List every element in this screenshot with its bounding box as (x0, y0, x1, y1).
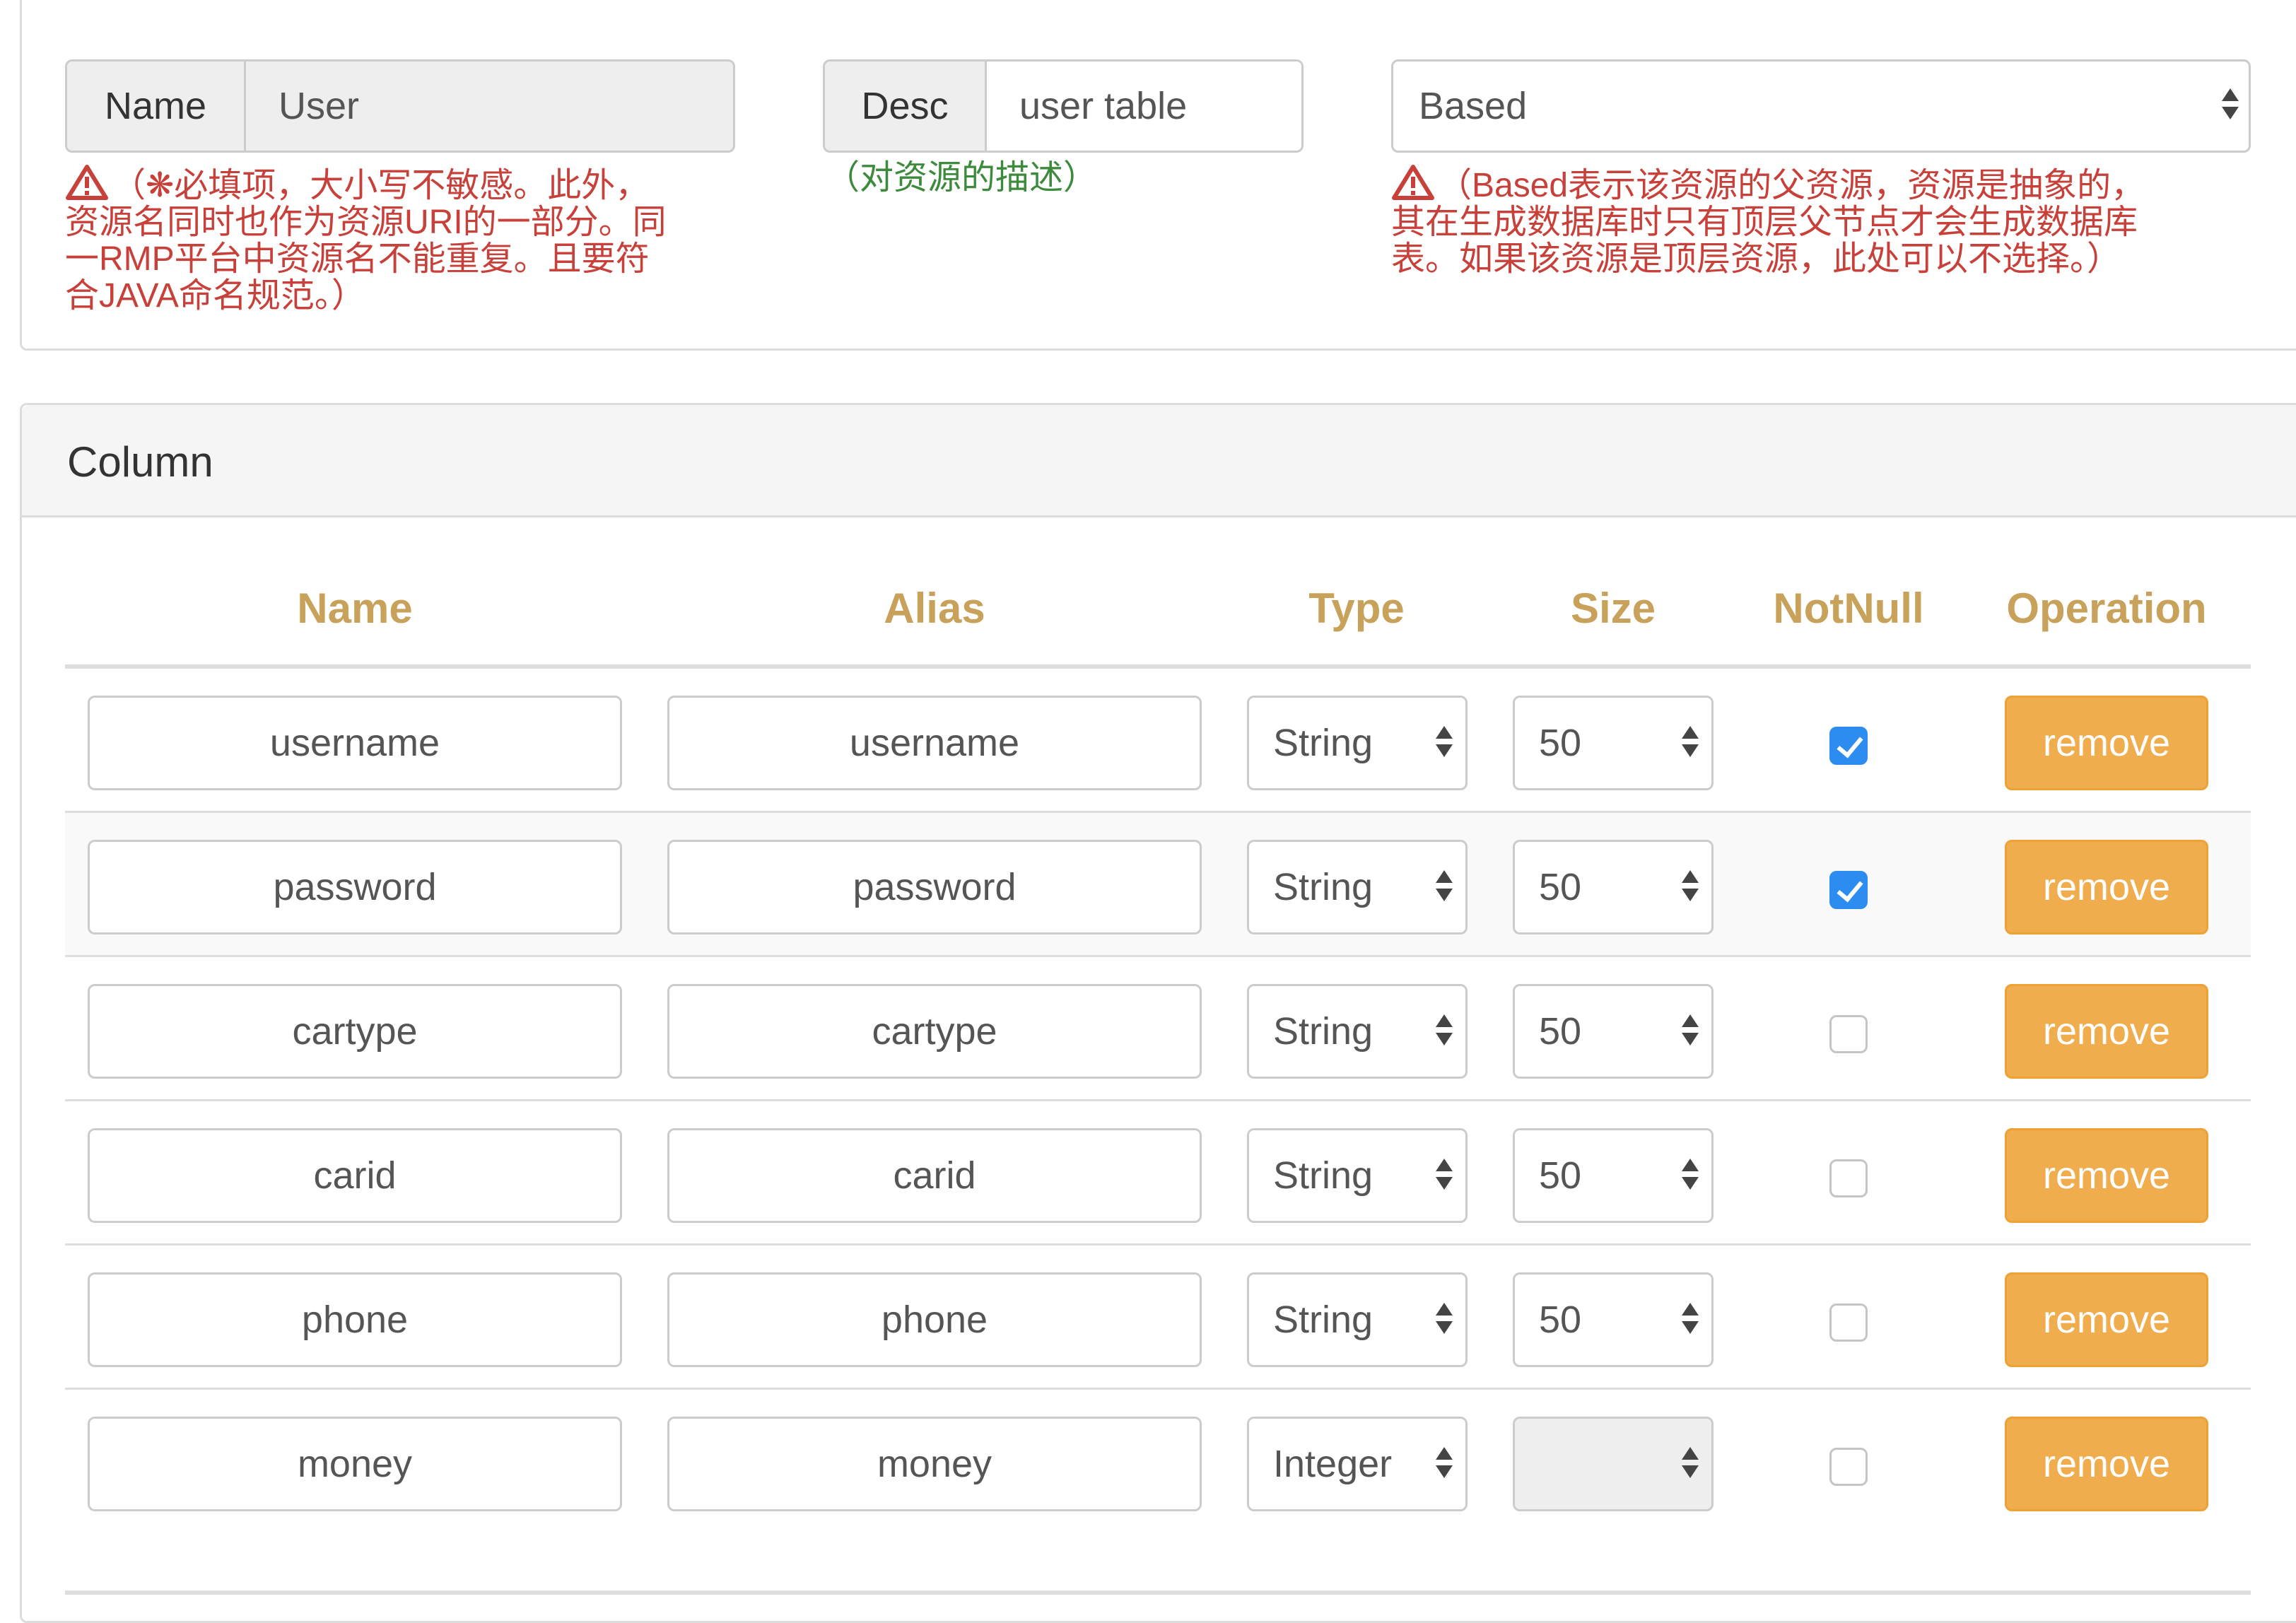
header-notnull: NotNull (1773, 585, 1924, 632)
column-name-input[interactable] (88, 984, 622, 1079)
table-row: String 50 remove (65, 669, 2251, 813)
remove-button[interactable]: remove (2005, 1272, 2208, 1367)
select-arrows-icon (1682, 1447, 1699, 1478)
resource-desc-input[interactable] (987, 59, 1304, 153)
column-size-value: 50 (1539, 1010, 1582, 1053)
warning-icon (66, 165, 108, 200)
table-bottom-divider (65, 1590, 2251, 1595)
remove-button[interactable]: remove (2005, 696, 2208, 790)
header-name: Name (297, 585, 413, 632)
select-arrows-icon (1682, 1014, 1699, 1045)
desc-addon-label: Desc (823, 59, 987, 153)
remove-button[interactable]: remove (2005, 984, 2208, 1079)
column-name-input[interactable] (88, 1128, 622, 1223)
column-name-input[interactable] (88, 840, 622, 934)
column-size-select[interactable] (1513, 1417, 1714, 1511)
desc-help-text: （对资源的描述） (826, 159, 1098, 197)
column-size-value: 50 (1539, 1154, 1582, 1197)
column-type-value: String (1273, 1010, 1374, 1053)
notnull-checkbox[interactable] (1829, 1159, 1868, 1197)
select-arrows-icon (2222, 88, 2239, 119)
table-row: Integer remove (65, 1390, 2251, 1534)
column-size-select[interactable]: 50 (1513, 1128, 1714, 1223)
column-alias-input[interactable] (667, 696, 1202, 790)
name-help-line-4: 合JAVA命名规范。） (65, 277, 365, 315)
notnull-checkbox[interactable] (1829, 871, 1868, 909)
column-type-select[interactable]: String (1247, 1128, 1468, 1223)
select-arrows-icon (1436, 726, 1453, 757)
select-arrows-icon (1436, 870, 1453, 901)
column-alias-input[interactable] (667, 840, 1202, 934)
column-type-select[interactable]: Integer (1247, 1417, 1468, 1511)
table-row: String 50 remove (65, 957, 2251, 1101)
column-alias-input[interactable] (667, 1272, 1202, 1367)
name-help-line-1: （❋必填项，大小写不敏感。此外， (112, 167, 650, 204)
select-arrows-icon (1436, 1447, 1453, 1478)
header-alias: Alias (884, 585, 985, 632)
parent-resource-value: Based (1419, 85, 1528, 127)
column-type-value: String (1273, 1299, 1374, 1341)
column-type-value: String (1273, 866, 1374, 908)
select-arrows-icon (1436, 1159, 1453, 1190)
remove-button[interactable]: remove (2005, 1417, 2208, 1511)
parent-help-line-3: 表。如果该资源是顶层资源，此处可以不选择。） (1391, 240, 2121, 278)
column-type-select[interactable]: String (1247, 840, 1468, 934)
column-type-value: Integer (1273, 1443, 1393, 1485)
column-panel-header: Column (22, 405, 2296, 517)
parent-resource-select[interactable]: Based (1391, 59, 2251, 153)
column-type-select[interactable]: String (1247, 696, 1468, 790)
parent-help-text: （Based表示该资源的父资源，资源是抽象的， 其在生成数据库时只有顶层父节点才… (1391, 164, 2268, 278)
name-help-line-3: 一RMP平台中资源名不能重复。且要符 (65, 240, 650, 278)
select-arrows-icon (1682, 870, 1699, 901)
notnull-checkbox[interactable] (1829, 1303, 1868, 1342)
warning-icon (1392, 165, 1434, 200)
column-size-value: 50 (1539, 866, 1582, 908)
header-type: Type (1308, 585, 1405, 632)
remove-button[interactable]: remove (2005, 840, 2208, 934)
column-size-select[interactable]: 50 (1513, 840, 1714, 934)
parent-help-line-1: （Based表示该资源的父资源，资源是抽象的， (1438, 167, 2145, 204)
select-arrows-icon (1682, 1303, 1699, 1334)
parent-help-line-2: 其在生成数据库时只有顶层父节点才会生成数据库 (1391, 204, 2138, 241)
column-size-value: 50 (1539, 1299, 1582, 1341)
column-panel-title: Column (67, 438, 213, 486)
header-size: Size (1570, 585, 1656, 632)
remove-button[interactable]: remove (2005, 1128, 2208, 1223)
column-size-value: 50 (1539, 722, 1582, 764)
column-alias-input[interactable] (667, 984, 1202, 1079)
notnull-checkbox[interactable] (1829, 1448, 1868, 1486)
desc-input-group: Desc (823, 59, 1304, 153)
column-type-select[interactable]: String (1247, 1272, 1468, 1367)
notnull-checkbox[interactable] (1829, 727, 1868, 765)
column-type-value: String (1273, 722, 1374, 764)
notnull-checkbox[interactable] (1829, 1015, 1868, 1053)
table-row: String 50 remove (65, 1101, 2251, 1246)
column-alias-input[interactable] (667, 1417, 1202, 1511)
name-input-group: Name (65, 59, 735, 153)
column-name-input[interactable] (88, 696, 622, 790)
resource-name-input[interactable] (246, 59, 735, 153)
name-addon-label: Name (65, 59, 246, 153)
table-row: String 50 remove (65, 813, 2251, 957)
column-size-select[interactable]: 50 (1513, 984, 1714, 1079)
table-row: String 50 remove (65, 1246, 2251, 1390)
name-help-text: （❋必填项，大小写不敏感。此外， 资源名同时也作为资源URI的一部分。同 一RM… (65, 164, 744, 315)
column-size-select[interactable]: 50 (1513, 1272, 1714, 1367)
column-type-select[interactable]: String (1247, 984, 1468, 1079)
column-size-select[interactable]: 50 (1513, 696, 1714, 790)
column-alias-input[interactable] (667, 1128, 1202, 1223)
column-type-value: String (1273, 1154, 1374, 1197)
column-name-input[interactable] (88, 1417, 622, 1511)
name-help-line-2: 资源名同时也作为资源URI的一部分。同 (65, 204, 667, 241)
column-name-input[interactable] (88, 1272, 622, 1367)
select-arrows-icon (1436, 1303, 1453, 1334)
select-arrows-icon (1682, 1159, 1699, 1190)
header-operation: Operation (2006, 585, 2207, 632)
select-arrows-icon (1436, 1014, 1453, 1045)
select-arrows-icon (1682, 726, 1699, 757)
